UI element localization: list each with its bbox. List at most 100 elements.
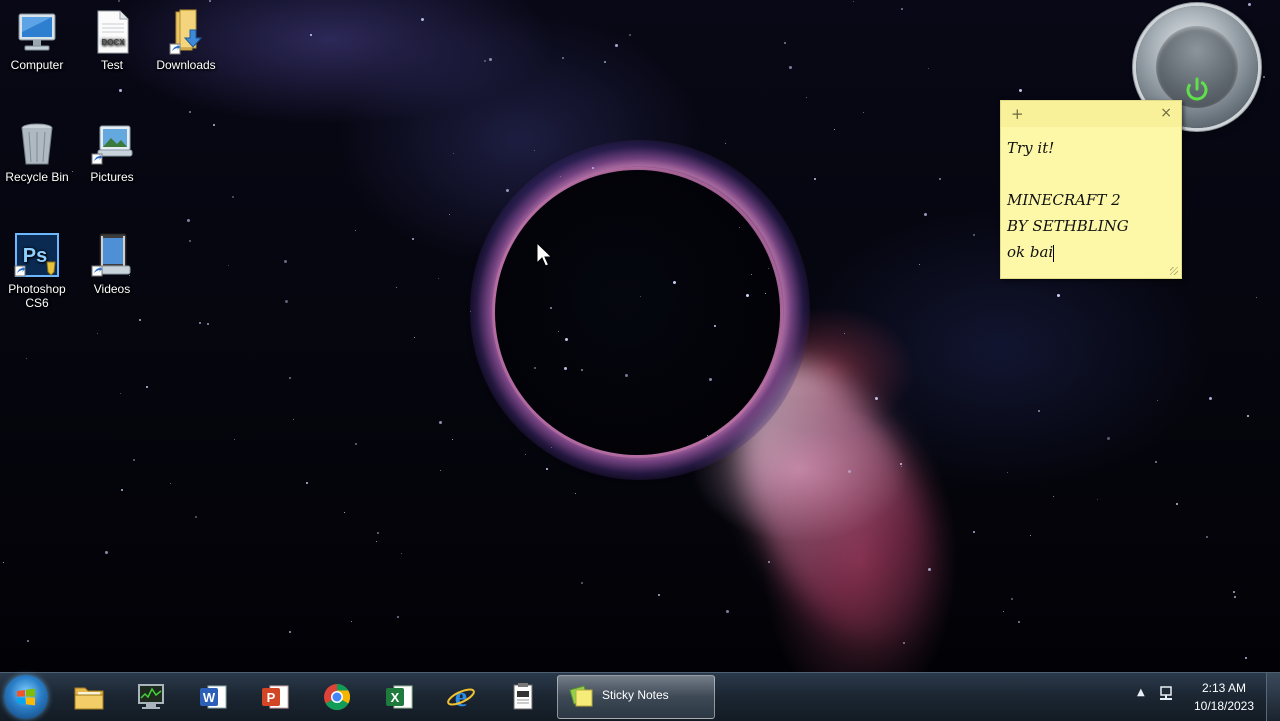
taskbar-internet-explorer-button[interactable]: e xyxy=(432,675,490,719)
show-desktop-button[interactable] xyxy=(1266,673,1280,721)
notepad-icon xyxy=(513,683,533,710)
star xyxy=(592,167,594,169)
star xyxy=(564,367,567,370)
icon-label: Photoshop CS6 xyxy=(8,282,66,310)
star xyxy=(525,454,526,455)
start-button[interactable] xyxy=(4,675,48,719)
desktop-icon-test[interactable]: DOCX Test xyxy=(76,8,148,72)
recycle-bin-icon xyxy=(13,120,61,168)
windows-start-icon xyxy=(17,688,35,706)
star xyxy=(195,516,197,518)
desktop-icon-downloads[interactable]: Downloads xyxy=(150,8,222,72)
star xyxy=(901,466,902,467)
star xyxy=(440,470,441,471)
star xyxy=(848,470,851,473)
star xyxy=(1155,461,1157,463)
text-cursor xyxy=(1053,244,1055,262)
star xyxy=(1107,437,1110,440)
star xyxy=(470,311,471,312)
icon-label: Videos xyxy=(93,282,131,296)
star xyxy=(401,553,402,554)
videos-shortcut-icon xyxy=(88,232,136,280)
taskbar-clipboard-button[interactable] xyxy=(494,675,552,719)
taskbar-powerpoint-button[interactable]: P xyxy=(246,675,304,719)
star xyxy=(121,489,123,491)
star xyxy=(396,287,397,288)
desktop-icon-computer[interactable]: Computer xyxy=(1,8,73,72)
desktop-icon-pictures[interactable]: Pictures xyxy=(76,120,148,184)
star xyxy=(707,435,708,436)
powerpoint-icon: P xyxy=(262,685,289,709)
power-icon[interactable] xyxy=(1184,76,1210,102)
clock-time: 2:13 AM xyxy=(1201,681,1247,695)
desktop-icon-photoshop[interactable]: Ps Photoshop CS6 xyxy=(1,232,73,310)
star xyxy=(228,265,229,266)
star xyxy=(1233,591,1235,593)
star xyxy=(187,219,190,222)
taskbar-chrome-button[interactable] xyxy=(308,675,366,719)
star xyxy=(844,333,845,334)
star xyxy=(924,213,927,216)
taskbar-excel-button[interactable]: X xyxy=(370,675,428,719)
excel-icon: X xyxy=(386,685,413,709)
star xyxy=(285,300,288,303)
system-clock[interactable]: 2:13 AM 10/18/2023 xyxy=(1184,679,1264,715)
network-icon[interactable] xyxy=(1158,685,1176,703)
star xyxy=(575,493,576,494)
star xyxy=(903,642,905,644)
star xyxy=(376,541,377,542)
icon-label: Computer xyxy=(10,58,64,72)
taskbar-task-manager-button[interactable] xyxy=(122,675,180,719)
star xyxy=(421,18,424,21)
new-note-button[interactable]: + xyxy=(1011,105,1024,123)
star xyxy=(765,293,766,294)
folder-icon xyxy=(74,687,104,710)
star xyxy=(209,0,211,2)
monitor-icon xyxy=(138,684,164,709)
star xyxy=(1097,499,1098,500)
delete-note-button[interactable]: × xyxy=(1160,105,1172,121)
taskbar-explorer-button[interactable] xyxy=(60,675,118,719)
star xyxy=(120,393,121,394)
ie-icon: e xyxy=(447,682,475,712)
star xyxy=(414,337,415,338)
mouse-pointer-icon xyxy=(536,242,553,267)
star xyxy=(534,367,536,369)
star xyxy=(1206,536,1208,538)
show-hidden-icons-button[interactable]: ▲ xyxy=(1137,687,1145,698)
note-line: ok bai xyxy=(1007,243,1054,261)
star xyxy=(919,264,920,265)
star xyxy=(709,378,712,381)
star xyxy=(1157,400,1158,401)
excel-badge: X xyxy=(391,690,400,705)
desktop-icon-recycle-bin[interactable]: Recycle Bin xyxy=(1,120,73,184)
star xyxy=(26,358,27,359)
star xyxy=(939,178,941,180)
taskbar-word-button[interactable]: W xyxy=(184,675,242,719)
star xyxy=(558,331,559,332)
taskbar-sticky-notes-button[interactable]: Sticky Notes xyxy=(557,675,715,719)
star xyxy=(739,227,740,228)
desktop-icon-videos[interactable]: Videos xyxy=(76,232,148,296)
sticky-note-text[interactable]: Try it! MINECRAFT 2 BY SETHBLING ok bai xyxy=(1001,127,1181,273)
star xyxy=(562,57,564,59)
star xyxy=(1019,89,1022,92)
star xyxy=(293,419,294,420)
icon-label: Recycle Bin xyxy=(5,170,69,184)
star xyxy=(397,616,399,618)
star xyxy=(560,176,561,177)
sticky-note-titlebar[interactable]: + × xyxy=(1001,101,1181,127)
star xyxy=(615,44,618,47)
star xyxy=(863,112,864,113)
star xyxy=(581,582,583,584)
star xyxy=(453,153,454,154)
note-line xyxy=(1007,161,1175,187)
sticky-note[interactable]: + × Try it! MINECRAFT 2 BY SETHBLING ok … xyxy=(1000,100,1182,279)
resize-grip[interactable] xyxy=(1170,267,1178,275)
star xyxy=(1248,3,1251,6)
docx-file-icon: DOCX xyxy=(88,8,136,56)
star xyxy=(289,377,291,379)
star xyxy=(973,531,975,533)
star xyxy=(355,230,356,231)
note-line: MINECRAFT 2 xyxy=(1007,191,1121,209)
